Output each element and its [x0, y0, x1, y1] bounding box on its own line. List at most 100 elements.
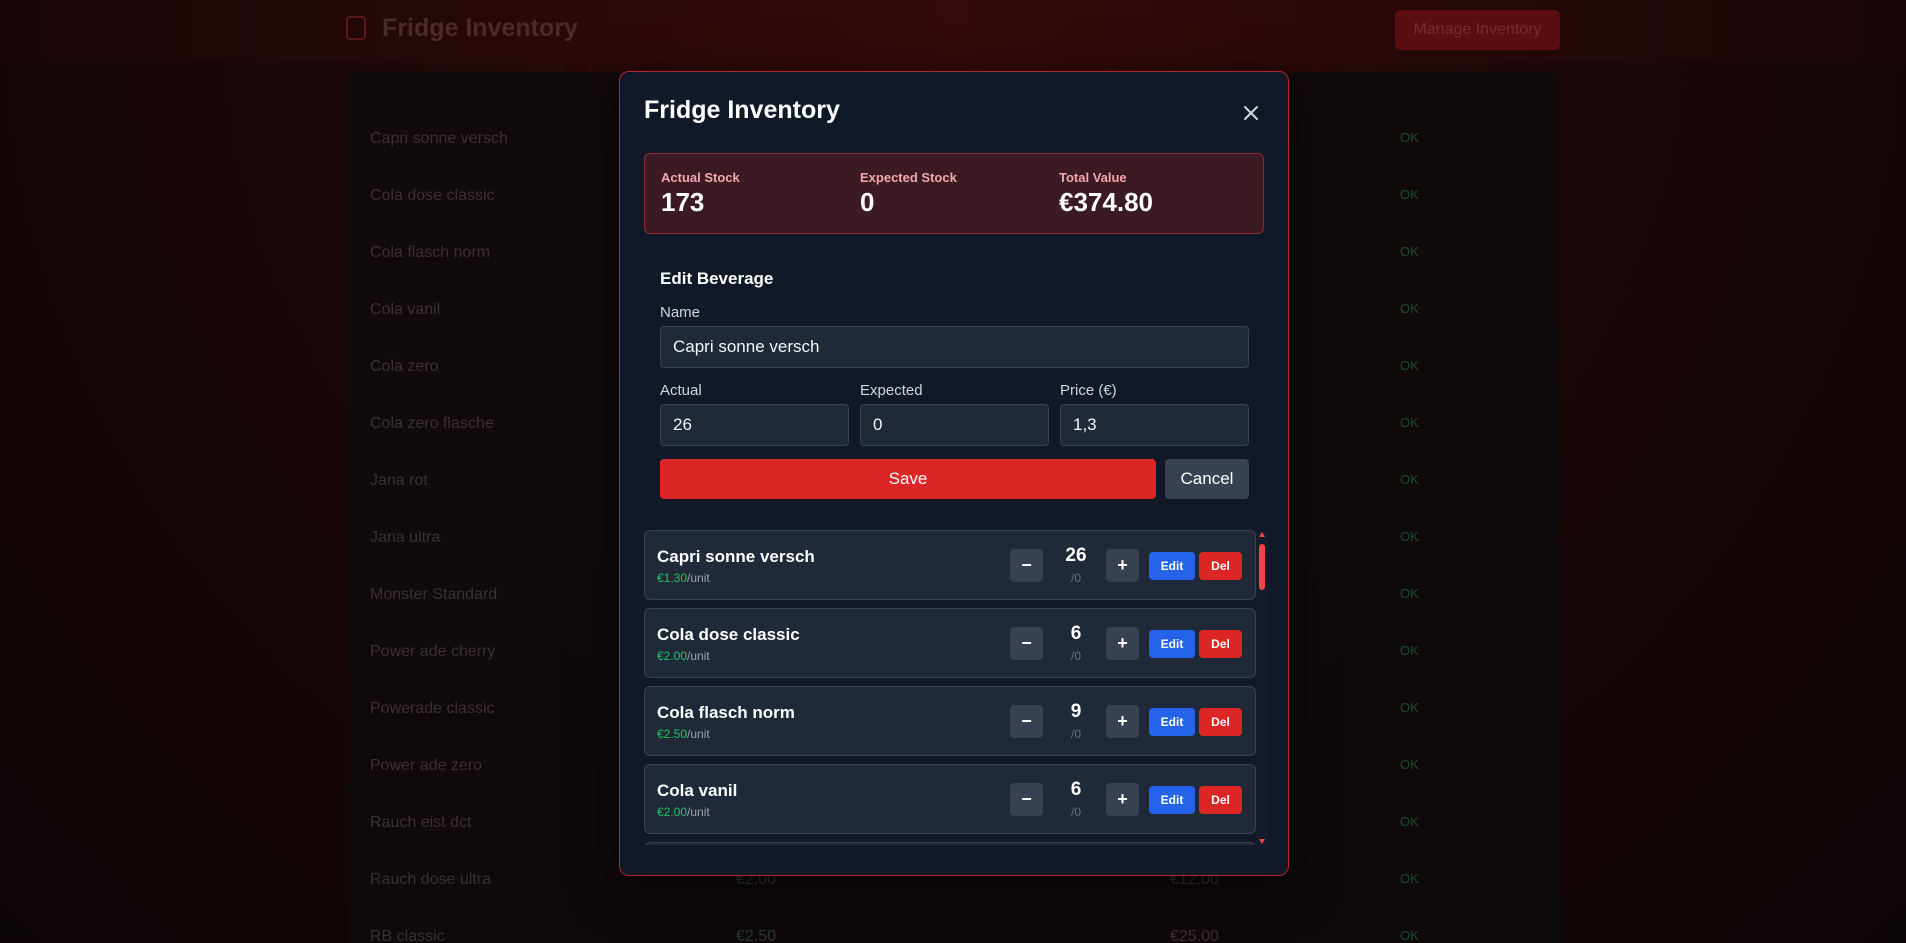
row-name: Cola vanil — [370, 301, 441, 318]
row-status: OK — [1400, 415, 1419, 430]
item-price-line: €2.00/unit — [657, 649, 710, 663]
delete-button[interactable]: Del — [1199, 786, 1242, 814]
item-price-line: €1.30/unit — [657, 571, 710, 585]
modal-title: Fridge Inventory — [644, 96, 840, 124]
stat-actual-stock: Actual Stock 173 — [661, 170, 740, 218]
list-item: Cola flasch norm €2.50/unit − 9 /0 + Edi… — [644, 686, 1256, 756]
manage-inventory-button[interactable]: Manage Inventory — [1395, 10, 1560, 50]
delete-button[interactable]: Del — [1199, 552, 1242, 580]
stat-label: Expected Stock — [860, 170, 957, 185]
scrollbar-thumb[interactable] — [1259, 544, 1265, 590]
edit-button[interactable]: Edit — [1149, 552, 1195, 580]
actual-input[interactable] — [660, 404, 849, 446]
close-icon — [1244, 106, 1258, 120]
item-name: Cola dose classic — [657, 625, 800, 644]
price-input[interactable] — [1060, 404, 1249, 446]
row-name: Cola zero — [370, 358, 439, 375]
scroll-up-arrow-icon[interactable] — [1259, 532, 1265, 537]
row-status: OK — [1400, 700, 1419, 715]
item-price: €1.30 — [657, 571, 688, 585]
item-unit: /unit — [687, 571, 710, 585]
stat-label: Total Value — [1059, 170, 1127, 185]
app-title: Fridge Inventory — [382, 14, 578, 42]
row-status: OK — [1400, 472, 1419, 487]
name-input[interactable] — [660, 326, 1249, 368]
decrement-button[interactable]: − — [1010, 627, 1043, 660]
item-quantity: 6 — [1070, 779, 1082, 800]
row-total: €25.00 — [1170, 928, 1219, 943]
item-expected: /0 — [1070, 571, 1081, 585]
list-scrollbar[interactable] — [1256, 532, 1268, 848]
row-status: OK — [1400, 187, 1419, 202]
item-expected: /0 — [1070, 727, 1081, 741]
item-quantity: 26 — [1065, 545, 1087, 566]
increment-button[interactable]: + — [1106, 705, 1139, 738]
edit-form-title: Edit Beverage — [660, 269, 774, 288]
row-name: Rauch eist dct — [370, 814, 472, 831]
row-status: OK — [1400, 244, 1419, 259]
row-name: Cola flasch norm — [370, 244, 491, 261]
item-price: €2.00 — [657, 805, 688, 819]
decrement-button[interactable]: − — [1010, 549, 1043, 582]
decrement-button[interactable]: − — [1010, 783, 1043, 816]
name-label: Name — [660, 304, 701, 321]
row-name: Monster Standard — [370, 586, 498, 603]
item-quantity: 9 — [1070, 701, 1082, 722]
list-item: Cola dose classic €2.00/unit − 6 /0 + Ed… — [644, 608, 1256, 678]
row-price: €2.50 — [736, 928, 777, 943]
row-name: RB classic — [370, 928, 445, 943]
row-name: Power ade cherry — [370, 643, 496, 660]
item-price: €2.00 — [657, 649, 688, 663]
edit-button[interactable]: Edit — [1149, 786, 1195, 814]
actual-label: Actual — [660, 382, 702, 399]
app-header: Fridge Inventory Manage Inventory — [0, 0, 1906, 62]
increment-button[interactable]: + — [1106, 549, 1139, 582]
row-status: OK — [1400, 130, 1419, 145]
item-name: Cola vanil — [657, 781, 738, 800]
scroll-down-arrow-icon[interactable] — [1259, 839, 1265, 844]
item-price: €2.50 — [657, 727, 688, 741]
close-button[interactable] — [1240, 102, 1262, 124]
save-button[interactable]: Save — [660, 459, 1156, 499]
edit-button[interactable]: Edit — [1149, 708, 1195, 736]
edit-button[interactable]: Edit — [1149, 630, 1195, 658]
item-unit: /unit — [687, 805, 710, 819]
beverage-list: Capri sonne versch €1.30/unit − 26 /0 + … — [644, 530, 1256, 845]
row-status: OK — [1400, 757, 1419, 772]
price-label: Price (€) — [1060, 382, 1117, 399]
stat-label: Actual Stock — [661, 170, 740, 185]
expected-input[interactable] — [860, 404, 1049, 446]
row-status: OK — [1400, 928, 1419, 943]
item-price-line: €2.50/unit — [657, 727, 710, 741]
delete-button[interactable]: Del — [1199, 708, 1242, 736]
list-item: Capri sonne versch €1.30/unit − 26 /0 + … — [644, 530, 1256, 600]
expected-label: Expected — [860, 382, 923, 399]
item-quantity: 6 — [1070, 623, 1082, 644]
item-unit: /unit — [687, 649, 710, 663]
stat-expected-stock: Expected Stock 0 — [860, 170, 957, 218]
item-expected: /0 — [1070, 805, 1081, 819]
row-status: OK — [1400, 301, 1419, 316]
row-status: OK — [1400, 529, 1419, 544]
list-item — [644, 842, 1256, 845]
delete-button[interactable]: Del — [1199, 630, 1242, 658]
stat-value: €374.80 — [1059, 187, 1153, 217]
table-row: RB classic €2.50 €25.00 OK — [348, 910, 1560, 943]
stock-summary: Actual Stock 173 Expected Stock 0 Total … — [644, 153, 1264, 234]
item-name: Capri sonne versch — [657, 547, 815, 566]
row-status: OK — [1400, 643, 1419, 658]
item-expected: /0 — [1070, 649, 1081, 663]
decrement-button[interactable]: − — [1010, 705, 1043, 738]
stat-value: 173 — [661, 187, 705, 217]
fridge-icon — [346, 16, 366, 40]
row-name: Jana rot — [370, 472, 428, 489]
row-name: Cola dose classic — [370, 187, 495, 204]
row-status: OK — [1400, 871, 1419, 886]
increment-button[interactable]: + — [1106, 783, 1139, 816]
list-item: Cola vanil €2.00/unit − 6 /0 + Edit Del — [644, 764, 1256, 834]
cancel-button[interactable]: Cancel — [1165, 459, 1249, 499]
increment-button[interactable]: + — [1106, 627, 1139, 660]
stat-total-value: Total Value €374.80 — [1059, 170, 1153, 218]
row-status: OK — [1400, 586, 1419, 601]
item-price-line: €2.00/unit — [657, 805, 710, 819]
